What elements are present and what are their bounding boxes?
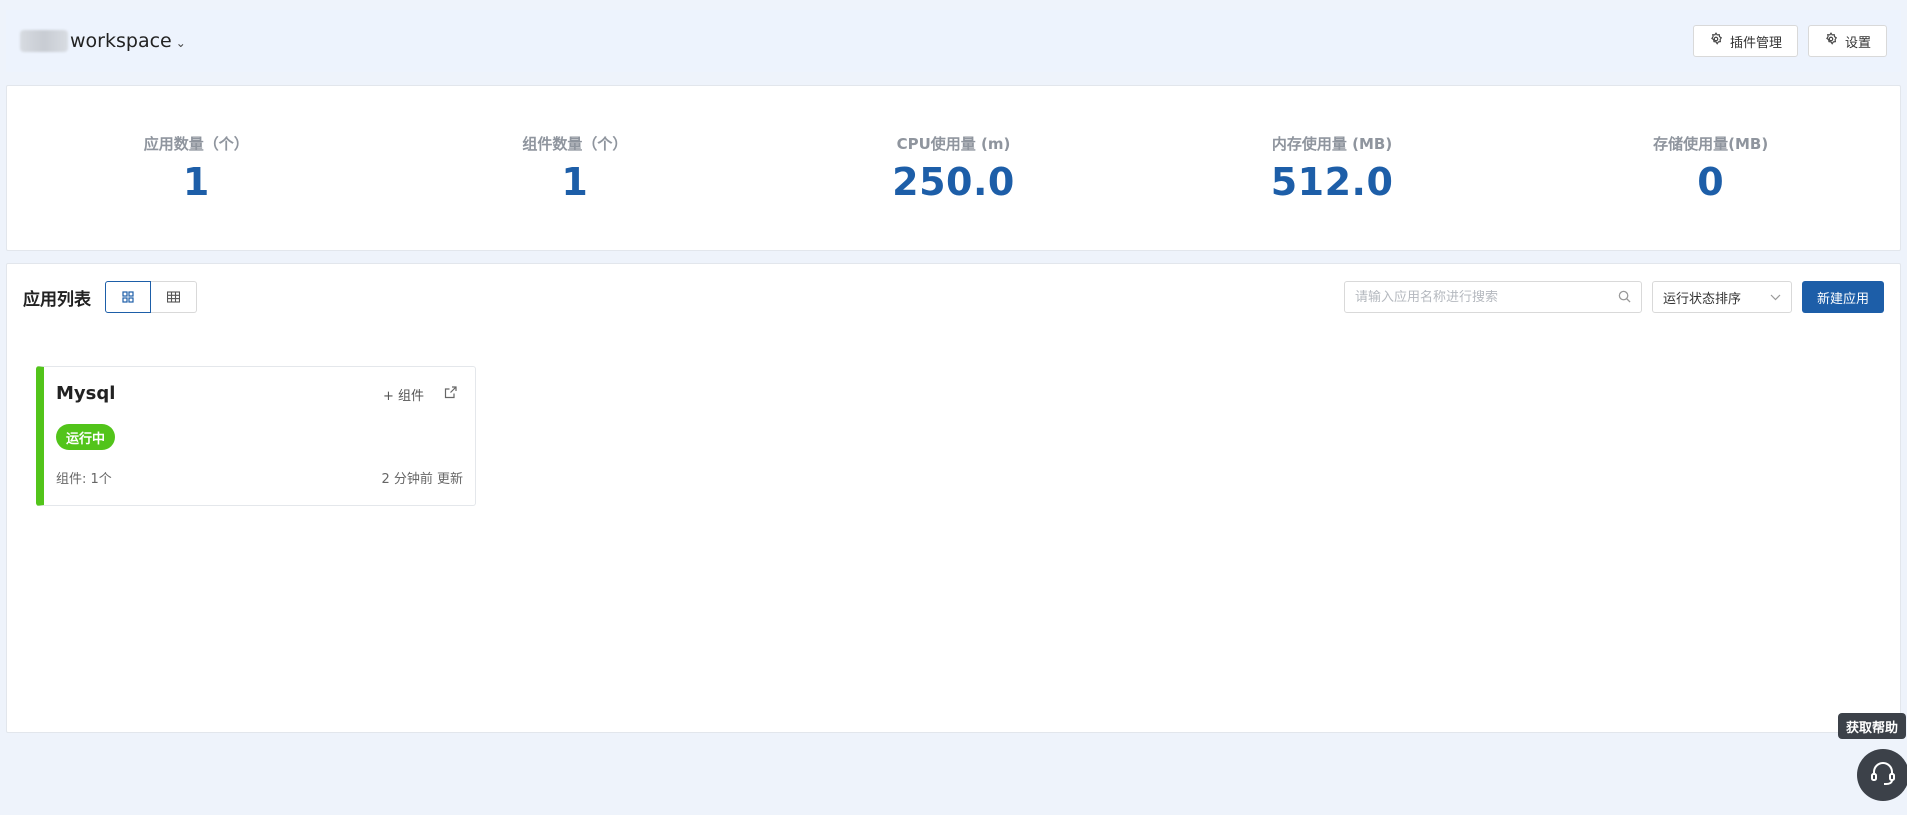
app-list-toolbar: 应用列表 请输入应用名称进行搜索 运行状态排序 新建应用 (7, 280, 1900, 314)
stat-component-count: 组件数量（个） 1 (445, 133, 705, 204)
workspace-prefix-redacted (20, 30, 68, 52)
help-tooltip: 获取帮助 (1838, 713, 1907, 739)
stats-panel: 应用数量（个） 1 组件数量（个） 1 CPU使用量 (m) 250.0 内存使… (6, 85, 1901, 251)
stat-value: 512.0 (1270, 159, 1394, 204)
plugin-management-label: 插件管理 (1729, 35, 1782, 51)
stat-value: 0 (1697, 159, 1725, 204)
stat-label: 内存使用量 (MB) (1271, 134, 1393, 153)
top-bar: workspace ⌄ 插件管理 设置 (6, 10, 1901, 72)
updated-time: 2 分钟前 更新 (381, 472, 463, 487)
app-card[interactable]: Mysql + 组件 运行中 组件: 1个 2 分钟前 更新 (36, 366, 476, 506)
stat-storage-usage: 存储使用量(MB) 0 (1581, 133, 1841, 204)
app-card-actions: + 组件 (383, 385, 457, 404)
component-count: 组件: 1个 (56, 472, 112, 487)
view-toggle (105, 281, 197, 313)
status-badge: 运行中 (56, 424, 116, 450)
chevron-down-icon: ⌄ (175, 36, 186, 50)
stat-value: 1 (561, 159, 589, 204)
workspace-switcher[interactable]: workspace ⌄ (20, 30, 186, 52)
table-view-button[interactable] (151, 281, 197, 313)
app-name: Mysql (56, 383, 116, 404)
stat-cpu-usage: CPU使用量 (m) 250.0 (823, 133, 1083, 204)
headset-icon (1868, 758, 1898, 792)
settings-label: 设置 (1844, 35, 1871, 51)
gear-icon (1709, 32, 1723, 50)
grid-view-button[interactable] (105, 281, 151, 313)
app-list-panel: 应用列表 请输入应用名称进行搜索 运行状态排序 新建应用 Mysql + 组件 … (6, 263, 1901, 733)
app-search-input[interactable] (1354, 289, 1595, 305)
app-list-title: 应用列表 (23, 289, 91, 310)
workspace-name: workspace (70, 30, 172, 52)
stat-label: 应用数量（个） (143, 134, 249, 153)
stat-label: CPU使用量 (m) (896, 134, 1011, 153)
sort-select[interactable]: 运行状态排序 (1651, 281, 1792, 313)
table-view-icon (166, 288, 181, 307)
chevron-down-icon (1770, 291, 1781, 304)
stat-label: 存储使用量(MB) (1653, 134, 1769, 153)
add-component-button[interactable]: + 组件 (383, 385, 424, 404)
plugin-management-button[interactable]: 插件管理 (1692, 25, 1798, 57)
stat-value: 1 (182, 159, 210, 204)
grid-view-icon (122, 288, 134, 307)
app-search (1343, 281, 1642, 313)
help-button[interactable] (1857, 749, 1907, 801)
app-list-toolbar-right: 运行状态排序 新建应用 (1343, 281, 1884, 313)
stat-memory-usage: 内存使用量 (MB) 512.0 (1202, 133, 1462, 204)
search-icon[interactable] (1618, 288, 1631, 307)
gear-icon (1824, 32, 1838, 50)
stat-label: 组件数量（个） (522, 134, 628, 153)
app-list-toolbar-left: 应用列表 (23, 281, 197, 313)
new-app-button[interactable]: 新建应用 (1801, 281, 1884, 313)
stat-value: 250.0 (892, 159, 1015, 204)
external-link-icon[interactable] (444, 386, 457, 403)
sort-select-value: 运行状态排序 (1662, 291, 1741, 307)
top-actions: 插件管理 设置 (1692, 25, 1887, 57)
settings-button[interactable]: 设置 (1807, 25, 1887, 57)
stat-app-count: 应用数量（个） 1 (66, 133, 326, 204)
